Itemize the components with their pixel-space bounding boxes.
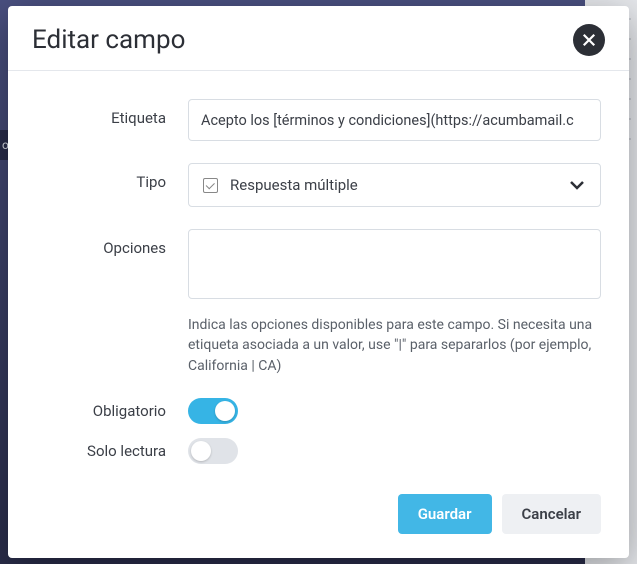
chevron-down-icon	[568, 176, 586, 194]
label-etiqueta: Etiqueta	[36, 99, 188, 127]
multiple-choice-icon	[203, 178, 218, 193]
etiqueta-input[interactable]	[188, 99, 601, 141]
label-tipo: Tipo	[36, 163, 188, 191]
modal-header: Editar campo	[8, 6, 629, 71]
row-etiqueta: Etiqueta	[36, 99, 601, 141]
modal-footer: Guardar Cancelar	[8, 488, 629, 558]
row-opciones: Opciones Indica las opciones disponibles…	[36, 229, 601, 376]
row-obligatorio: Obligatorio	[36, 398, 601, 424]
row-tipo: Tipo Respuesta múltiple	[36, 163, 601, 207]
close-icon	[582, 33, 596, 47]
cancel-button[interactable]: Cancelar	[502, 494, 602, 534]
save-button[interactable]: Guardar	[398, 494, 492, 534]
opciones-help-text: Indica las opciones disponibles para est…	[188, 315, 601, 376]
tipo-select[interactable]: Respuesta múltiple	[188, 163, 601, 207]
close-button[interactable]	[573, 24, 605, 56]
modal-title: Editar campo	[32, 25, 185, 55]
toggle-knob	[191, 441, 211, 461]
modal-body: Etiqueta Tipo Respuesta múltiple Opcione…	[8, 71, 629, 488]
label-opciones: Opciones	[36, 229, 188, 257]
label-obligatorio: Obligatorio	[36, 398, 188, 420]
solo-lectura-toggle[interactable]	[188, 438, 238, 464]
opciones-textarea[interactable]	[188, 229, 601, 299]
obligatorio-toggle[interactable]	[188, 398, 238, 424]
label-solo-lectura: Solo lectura	[36, 438, 188, 460]
row-solo-lectura: Solo lectura	[36, 438, 601, 464]
toggle-knob	[215, 401, 235, 421]
edit-field-modal: Editar campo Etiqueta Tipo Respuesta múl…	[8, 6, 629, 558]
tipo-selected-text: Respuesta múltiple	[230, 176, 568, 194]
